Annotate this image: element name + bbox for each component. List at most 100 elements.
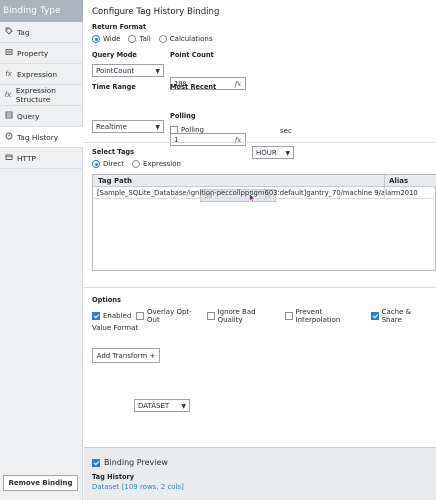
- enabled-checkbox[interactable]: [92, 312, 100, 320]
- preview-sub-label: Tag History: [92, 473, 135, 481]
- options-row: Enabled Overlay Opt-Out Ignore Bad Quali…: [92, 308, 436, 324]
- tag-path-cell[interactable]: [Sample_SQLite_Database/ignition-peccoll…: [97, 189, 418, 197]
- sidebar-header: Binding Type: [0, 0, 83, 22]
- add-transform-label: Add Transform +: [96, 351, 156, 360]
- property-icon: [4, 48, 13, 58]
- sidebar-item-label: Expression: [17, 69, 58, 79]
- select-tags-group: Direct Expression: [92, 160, 189, 168]
- ignore-bad-quality-checkbox[interactable]: [206, 312, 215, 320]
- chevron-down-icon: ▼: [155, 68, 160, 75]
- option-cache-share[interactable]: Cache & Share: [370, 308, 431, 324]
- sidebar-item-label: Property: [17, 48, 49, 58]
- time-range-value: Realtime: [96, 122, 127, 131]
- sidebar-item-property[interactable]: Property: [0, 43, 83, 64]
- sidebar-item-label: Query: [17, 111, 40, 121]
- return-format-label: Return Format: [92, 23, 147, 31]
- radio-calculations[interactable]: [158, 35, 167, 43]
- ignore-bad-quality-label: Ignore Bad Quality: [217, 308, 256, 324]
- divider: [84, 287, 436, 288]
- overlay-opt-out-label: Overlay Opt-Out: [147, 308, 192, 324]
- column-divider: [384, 187, 385, 199]
- chevron-down-icon: ▼: [181, 403, 186, 410]
- query-mode-value: PointCount: [96, 66, 135, 75]
- remove-binding-button[interactable]: Remove Binding: [3, 475, 78, 491]
- prevent-interpolation-checkbox[interactable]: [284, 312, 293, 320]
- time-range-select[interactable]: Realtime ▼: [92, 120, 164, 133]
- sidebar-item-expression-structure[interactable]: fx Expression Structure: [0, 85, 83, 106]
- option-ignore-bad-quality[interactable]: Ignore Bad Quality: [206, 308, 280, 324]
- value-format-label: Value Format: [92, 324, 139, 332]
- sidebar-item-label: Tag: [17, 27, 30, 37]
- query-mode-label: Query Mode: [92, 51, 137, 59]
- clock-icon: [4, 132, 13, 142]
- sidebar-item-label: HTTP: [17, 153, 36, 163]
- radio-tall-label: Tall: [139, 35, 151, 43]
- most-recent-unit-value: HOUR: [256, 148, 277, 157]
- sidebar-item-http[interactable]: HTTP: [0, 148, 83, 169]
- divider: [84, 142, 436, 143]
- option-prevent-interpolation[interactable]: Prevent Interpolation: [284, 308, 366, 324]
- most-recent-unit-select[interactable]: HOUR ▼: [252, 146, 294, 159]
- column-header-alias[interactable]: Alias: [389, 177, 408, 185]
- database-icon: [4, 111, 13, 121]
- polling-checkbox-label: Polling: [181, 126, 204, 134]
- polling-row: Polling: [170, 126, 204, 134]
- fx-icon[interactable]: fx: [235, 80, 241, 88]
- http-icon: [4, 153, 13, 163]
- add-transform-button[interactable]: Add Transform +: [92, 348, 160, 363]
- query-mode-select[interactable]: PointCount ▼: [92, 64, 164, 77]
- radio-wide-label: Wide: [103, 35, 121, 43]
- radio-direct[interactable]: [92, 160, 100, 168]
- sidebar-item-query[interactable]: Query: [0, 106, 83, 127]
- fx-icon: fx: [4, 91, 12, 99]
- binding-preview-checkbox[interactable]: [92, 458, 100, 467]
- polling-checkbox[interactable]: [170, 126, 178, 134]
- radio-expression-label: Expression: [142, 160, 181, 168]
- fx-icon: fx: [5, 70, 12, 78]
- sidebar-item-label: Tag History: [17, 132, 59, 142]
- option-overlay-opt-out[interactable]: Overlay Opt-Out: [136, 308, 202, 324]
- chevron-down-icon: ▼: [285, 150, 290, 157]
- value-format-value: DATASET: [138, 401, 170, 410]
- chevron-down-icon: ▼: [155, 124, 160, 131]
- column-divider: [384, 175, 385, 187]
- options-label: Options: [92, 296, 121, 304]
- binding-type-sidebar: Binding Type Tag Property fx Expression …: [0, 0, 83, 500]
- value-format-select[interactable]: DATASET ▼: [134, 399, 190, 412]
- cache-share-label: Cache & Share: [381, 308, 412, 324]
- most-recent-input[interactable]: 1 fx: [170, 133, 246, 146]
- preview-value[interactable]: Dataset [109 rows, 2 cols]: [92, 483, 184, 491]
- radio-direct-label: Direct: [103, 160, 124, 168]
- overlay-opt-out-checkbox[interactable]: [136, 312, 145, 320]
- binding-preview-toggle[interactable]: Binding Preview: [92, 458, 168, 467]
- table-row[interactable]: [Sample_SQLite_Database/ignition-peccoll…: [93, 187, 436, 199]
- time-range-label: Time Range: [92, 83, 136, 91]
- column-header-tag-path[interactable]: Tag Path: [98, 177, 132, 185]
- option-enabled[interactable]: Enabled: [92, 312, 131, 320]
- sidebar-item-tag[interactable]: Tag: [0, 22, 83, 43]
- tag-table[interactable]: Tag Path Alias [Sample_SQLite_Database/i…: [92, 174, 436, 271]
- cache-share-checkbox[interactable]: [370, 312, 379, 320]
- point-count-label: Point Count: [170, 51, 214, 59]
- binding-preview-panel: Binding Preview Tag History Dataset [109…: [84, 447, 436, 500]
- table-header: Tag Path Alias: [93, 175, 436, 187]
- sidebar-item-expression[interactable]: fx Expression: [0, 64, 83, 85]
- enabled-label: Enabled: [103, 312, 132, 320]
- sidebar-item-tag-history[interactable]: Tag History: [0, 127, 83, 148]
- return-format-group: Wide Tall Calculations: [92, 35, 220, 43]
- radio-tall[interactable]: [128, 35, 137, 43]
- radio-wide[interactable]: [92, 35, 100, 43]
- binding-preview-label: Binding Preview: [104, 458, 168, 467]
- polling-label: Polling: [170, 112, 196, 120]
- select-tags-label: Select Tags: [92, 148, 135, 156]
- prevent-interpolation-label: Prevent Interpolation: [295, 308, 341, 324]
- tag-icon: [4, 27, 13, 37]
- sidebar-item-label: Expression Structure: [15, 86, 56, 104]
- polling-unit: sec: [280, 127, 292, 135]
- most-recent-label: Most Recent: [170, 83, 217, 91]
- page-title: Configure Tag History Binding: [92, 7, 220, 17]
- remove-binding-label: Remove Binding: [8, 479, 73, 487]
- mouse-cursor-icon: [249, 192, 256, 205]
- radio-expression[interactable]: [131, 160, 140, 168]
- radio-calculations-label: Calculations: [169, 35, 213, 43]
